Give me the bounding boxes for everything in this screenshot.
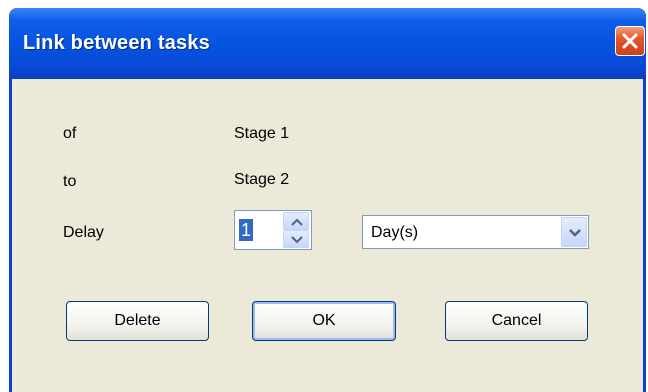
of-value: Stage 1 — [234, 125, 290, 142]
unit-select[interactable]: Day(s) — [362, 215, 589, 249]
ok-button[interactable]: OK — [252, 301, 396, 341]
to-value: Stage 2 — [234, 171, 290, 188]
delay-label: Delay — [63, 224, 104, 241]
delete-button[interactable]: Delete — [66, 301, 209, 341]
dropdown-button[interactable] — [561, 217, 587, 247]
chevron-down-icon — [569, 229, 581, 237]
cancel-button[interactable]: Cancel — [445, 301, 588, 341]
chevron-down-icon — [291, 236, 303, 244]
window-title: Link between tasks — [23, 32, 210, 54]
delay-input[interactable]: 1 — [239, 219, 254, 241]
close-button[interactable] — [615, 26, 645, 56]
to-label: to — [63, 173, 77, 190]
unit-select-value: Day(s) — [371, 224, 419, 241]
chevron-up-icon — [291, 218, 303, 226]
title-bar[interactable]: Link between tasks — [9, 8, 646, 79]
stepper-down-button[interactable] — [283, 230, 309, 248]
stepper-up-button[interactable] — [283, 212, 309, 230]
dialog-window: Link between tasks of Stage 1 to Stage 2… — [9, 8, 646, 392]
delay-stepper[interactable]: 1 — [234, 210, 312, 250]
close-icon — [622, 33, 638, 49]
dialog-body: of Stage 1 to Stage 2 Delay 1 Day(s) Del… — [12, 79, 643, 392]
of-label: of — [63, 125, 77, 142]
